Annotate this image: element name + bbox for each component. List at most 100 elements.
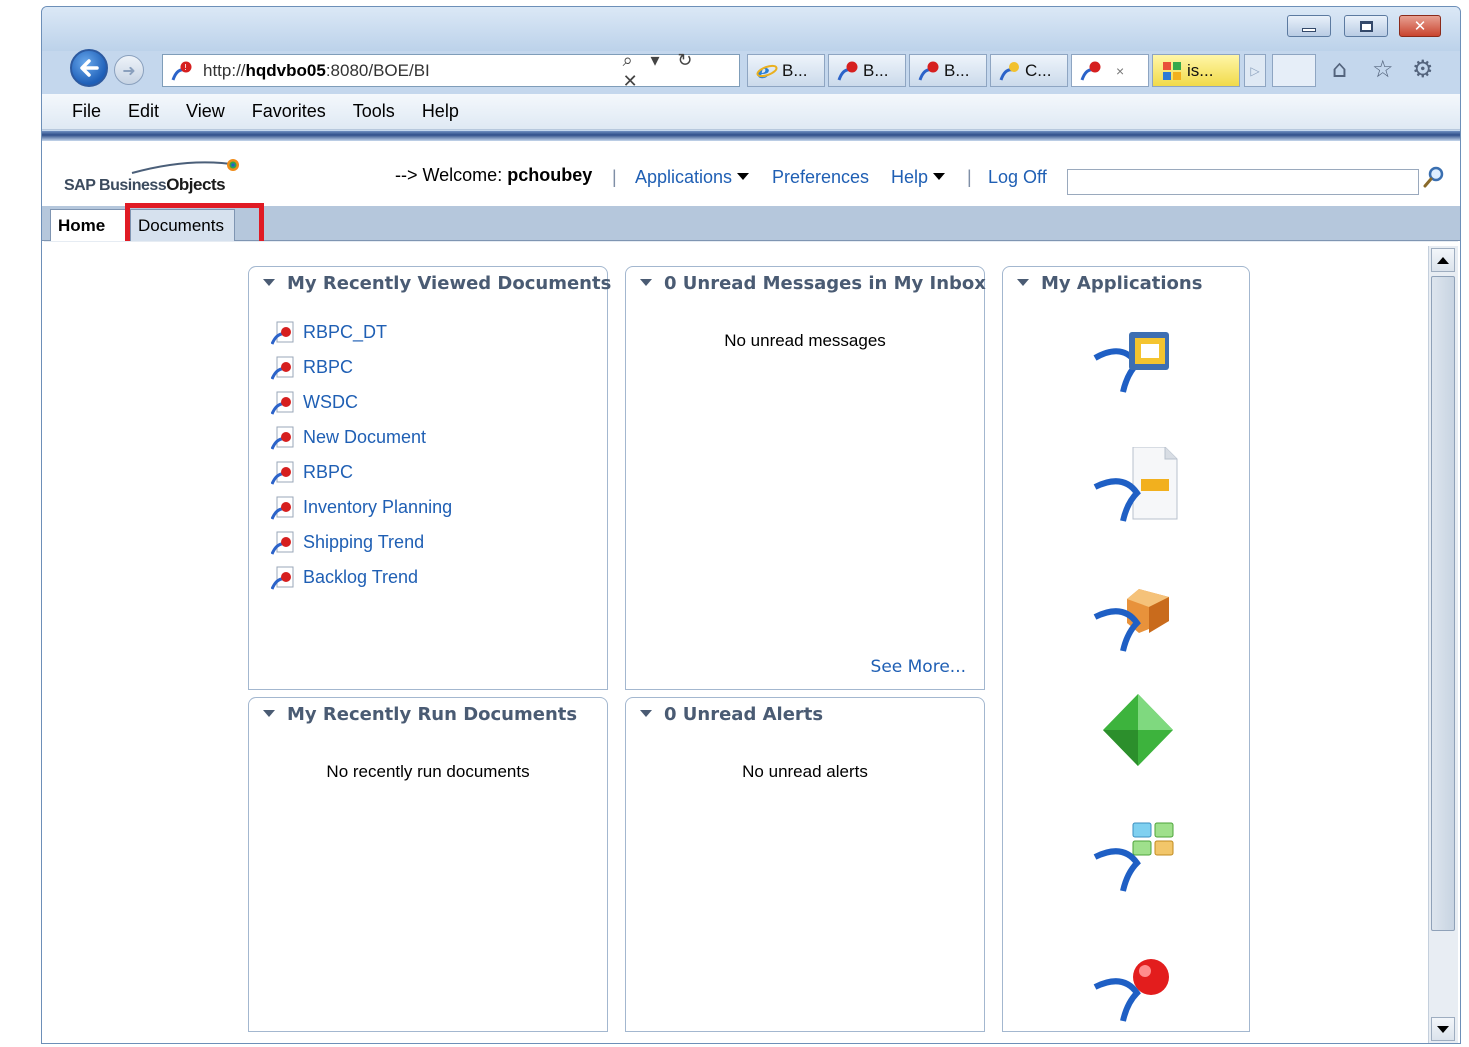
portlet-title[interactable]: 0 Unread Messages in My Inbox	[640, 273, 986, 294]
browser-tab-2[interactable]: B...	[828, 54, 906, 87]
browser-tab-5-active[interactable]: ×	[1071, 54, 1149, 87]
boe-favicon-icon	[918, 60, 940, 82]
menu-edit[interactable]: Edit	[128, 101, 159, 122]
browser-tab-4[interactable]: C...	[990, 54, 1068, 87]
search-icon[interactable]	[1422, 165, 1446, 189]
menu-help[interactable]: Help	[422, 101, 459, 122]
list-item[interactable]: Backlog Trend	[270, 560, 452, 595]
list-item[interactable]: RBPC	[270, 350, 452, 385]
document-link[interactable]: New Document	[303, 427, 426, 448]
tab-scroll-right-icon[interactable]: ▷	[1244, 54, 1266, 87]
collapse-triangle-icon[interactable]	[640, 710, 652, 717]
webi-document-icon	[270, 460, 297, 486]
document-link[interactable]: Shipping Trend	[303, 532, 424, 553]
vertical-scrollbar[interactable]	[1428, 246, 1458, 1043]
webi-document-icon	[270, 355, 297, 381]
logo-objects-text: Objects	[166, 175, 226, 194]
log-off-link[interactable]: Log Off	[988, 167, 1047, 188]
menu-favorites[interactable]: Favorites	[252, 101, 326, 122]
collapse-triangle-icon[interactable]	[1017, 279, 1029, 286]
minimize-button[interactable]	[1287, 15, 1331, 37]
scroll-up-button[interactable]	[1431, 248, 1455, 272]
document-link[interactable]: RBPC	[303, 462, 353, 483]
new-tab-button[interactable]	[1272, 54, 1316, 87]
list-item[interactable]: Shipping Trend	[270, 525, 452, 560]
tab-label: B...	[782, 60, 808, 80]
portlet-my-applications: My Applications	[1002, 266, 1250, 1032]
gear-burst-icon	[999, 60, 1021, 82]
green-diamond-app-icon[interactable]	[1093, 692, 1183, 772]
portlet-title[interactable]: My Applications	[1017, 273, 1202, 294]
portlet-title[interactable]: 0 Unread Alerts	[640, 704, 823, 725]
browser-window: ✕ ➜ ! http://hqdvbo05:8080/BOE/BI ⌕ ▾ ↻ …	[41, 6, 1461, 1044]
empty-message: No recently run documents	[326, 762, 530, 781]
preferences-link[interactable]: Preferences	[772, 167, 869, 188]
menu-file[interactable]: File	[72, 101, 101, 122]
list-item[interactable]: RBPC	[270, 455, 452, 490]
portlet-title[interactable]: My Recently Run Documents	[263, 704, 577, 725]
tab-label: B...	[944, 60, 970, 80]
forward-button[interactable]: ➜	[114, 55, 144, 85]
collapse-triangle-icon[interactable]	[640, 279, 652, 286]
scroll-down-icon	[1437, 1025, 1449, 1033]
address-host: hqdvbo05	[245, 60, 326, 80]
portlet-title-text: My Recently Viewed Documents	[287, 273, 612, 294]
maximize-button[interactable]	[1344, 15, 1388, 37]
tab-label: C...	[1025, 60, 1052, 80]
collapse-triangle-icon[interactable]	[263, 279, 275, 286]
browser-tab-1[interactable]: e B...	[747, 54, 825, 87]
browser-tab-6[interactable]: is...	[1152, 54, 1240, 87]
browser-tab-3[interactable]: B...	[909, 54, 987, 87]
web-intelligence-app-icon[interactable]	[1093, 947, 1183, 1027]
ie-icon: e	[756, 59, 778, 83]
settings-gear-icon[interactable]: ⚙	[1412, 55, 1434, 83]
dashboard-app-icon[interactable]	[1093, 817, 1183, 897]
tab-label: B...	[863, 60, 889, 80]
favorites-star-icon[interactable]: ☆	[1372, 55, 1394, 83]
analysis-app-icon[interactable]	[1093, 322, 1183, 402]
empty-message: No unread alerts	[742, 762, 868, 781]
close-window-button[interactable]: ✕	[1399, 15, 1441, 37]
applications-menu[interactable]: Applications	[635, 167, 750, 188]
scrollbar-thumb[interactable]	[1431, 276, 1455, 931]
document-link[interactable]: RBPC	[303, 357, 353, 378]
portlet-title[interactable]: My Recently Viewed Documents	[263, 273, 611, 294]
navigation-row: ➜ ! http://hqdvbo05:8080/BOE/BI ⌕ ▾ ↻ ✕ …	[42, 47, 1460, 93]
crystal-report-app-icon[interactable]	[1093, 447, 1183, 527]
address-bar[interactable]: ! http://hqdvbo05:8080/BOE/BI ⌕ ▾ ↻ ✕	[162, 50, 740, 92]
menu-tools[interactable]: Tools	[353, 101, 395, 122]
tab-home[interactable]: Home	[50, 209, 128, 241]
home-content: My Recently Viewed Documents RBPC_DT RBP…	[44, 241, 1458, 1043]
search-input[interactable]	[1067, 169, 1419, 195]
address-prefix: http://	[203, 60, 246, 80]
sap-businessobjects-logo: SAP BusinessObjects	[64, 159, 239, 195]
document-link[interactable]: Inventory Planning	[303, 497, 452, 518]
list-item[interactable]: New Document	[270, 420, 452, 455]
document-link[interactable]: Backlog Trend	[303, 567, 418, 588]
list-item[interactable]: RBPC_DT	[270, 315, 452, 350]
tab-close-icon[interactable]: ×	[1116, 63, 1124, 79]
home-icon[interactable]: ⌂	[1332, 55, 1347, 83]
document-link[interactable]: RBPC_DT	[303, 322, 387, 343]
list-item[interactable]: WSDC	[270, 385, 452, 420]
address-tools-icons[interactable]: ⌕ ▾ ↻ ✕	[623, 50, 731, 92]
minimize-icon	[1302, 28, 1316, 32]
portlet-title-text: 0 Unread Messages in My Inbox	[664, 273, 986, 294]
list-item[interactable]: Inventory Planning	[270, 490, 452, 525]
see-more-link[interactable]: See More...	[871, 657, 966, 677]
logo-sap-text: SAP Business	[64, 177, 167, 194]
help-menu[interactable]: Help	[891, 167, 946, 188]
close-icon: ✕	[1413, 17, 1427, 35]
toolbar-separator	[42, 131, 1460, 141]
svg-text:!: !	[184, 63, 187, 72]
scroll-down-button[interactable]	[1431, 1017, 1455, 1041]
document-link[interactable]: WSDC	[303, 392, 358, 413]
cube-app-icon[interactable]	[1093, 577, 1183, 657]
portlet-title-text: My Recently Run Documents	[287, 704, 578, 725]
menu-view[interactable]: View	[186, 101, 225, 122]
collapse-triangle-icon[interactable]	[263, 710, 275, 717]
tab-label: is...	[1187, 60, 1214, 80]
portlet-recently-viewed: My Recently Viewed Documents RBPC_DT RBP…	[248, 266, 611, 690]
back-button[interactable]	[70, 49, 108, 87]
address-text[interactable]: http://hqdvbo05:8080/BOE/BI	[203, 61, 623, 81]
